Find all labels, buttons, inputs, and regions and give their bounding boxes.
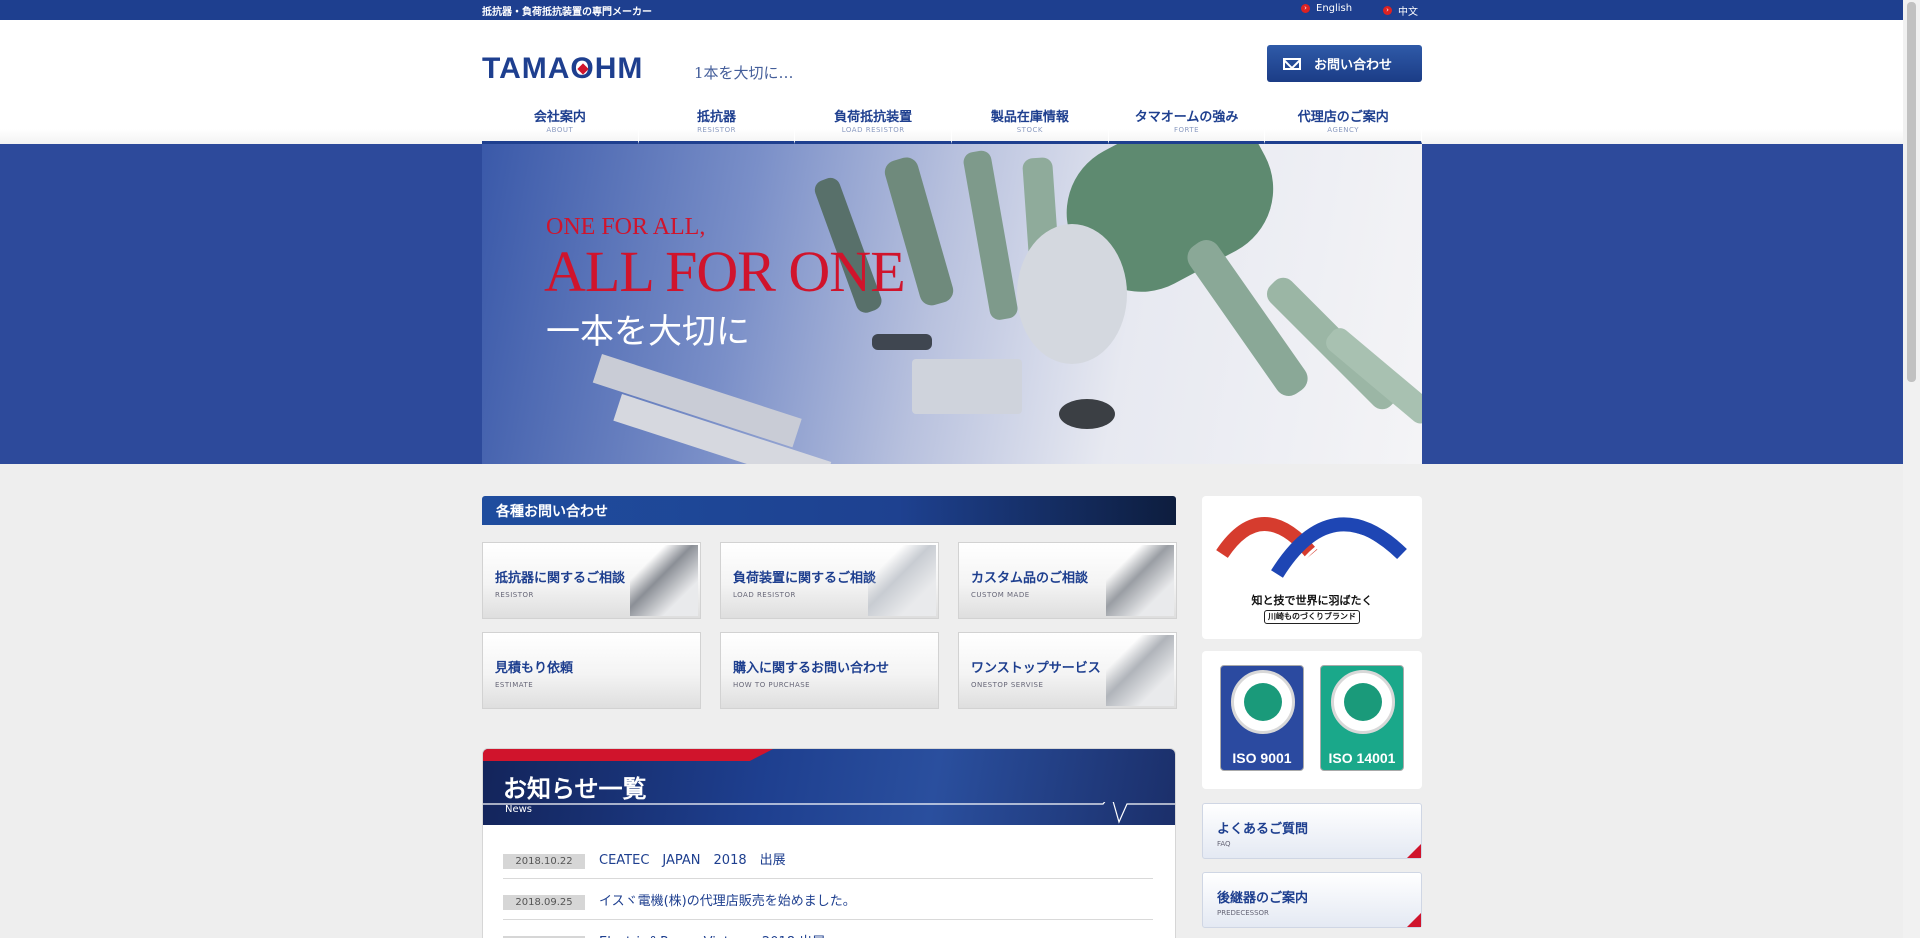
news-date-badge: 2018.10.22 [503,854,585,869]
brand-caption: 知と技で世界に羽ばたく [1251,594,1373,607]
nav-item-label: 会社案内 [533,110,586,125]
iso-certification-box: ISO 9001 ISO 14001 [1202,651,1422,789]
faq-link-sublabel: FAQ [1217,840,1231,848]
nav-item-label: 製品在庫情報 [990,110,1069,125]
nav-item-label: 抵抗器 [697,110,737,125]
hero-tagline-en-2: ALL FOR ONE [544,239,906,304]
wing-logo-icon [1216,517,1407,578]
header-slogan: 1本を大切に… [694,64,794,82]
scrollbar-thumb[interactable] [1907,2,1916,382]
news-header: お知らせ一覧 News [483,749,1175,825]
contact-button-label: お問い合わせ [1314,58,1393,73]
language-english-link[interactable]: › English [1301,3,1352,14]
language-chinese-link[interactable]: › 中文 [1383,3,1418,18]
iso-14001-label: ISO 14001 [1328,750,1396,766]
kawasaki-brand-banner[interactable]: 知と技で世界に羽ばたく 川崎ものづくりブランド [1202,496,1422,639]
inquiry-card-custom-made[interactable]: カスタム品のご相談 CUSTOM MADE [958,542,1177,619]
nav-item-sublabel: AGENCY [1327,126,1360,134]
nav-item-stock[interactable]: 製品在庫情報 STOCK [952,105,1109,144]
chevron-right-icon: › [1383,6,1392,15]
jqa-seal-icon [1331,670,1395,734]
contact-button[interactable]: お問い合わせ [1267,45,1422,82]
nav-item-sublabel: ABOUT [546,126,574,134]
news-item[interactable]: 2018.09.18Electric＆Power Vietnam 2018 出展 [503,921,1153,938]
mail-icon [1283,57,1301,70]
news-item[interactable]: 2018.09.25 イスヾ電機(株)の代理店販売を始めました。 [503,880,1153,920]
nav-item-label: タマオームの強み [1134,110,1239,125]
nav-item-sublabel: STOCK [1016,126,1043,134]
news-pulse-line [483,802,1175,824]
product-thumbnail-icon [868,545,936,616]
faq-link[interactable]: よくあるご質問 FAQ [1202,803,1422,859]
inquiry-card-onestop-servise[interactable]: ワンストップサービス ONESTOP SERVISE [958,632,1177,709]
nav-item-resistor[interactable]: 抵抗器 RESISTOR [638,105,796,144]
predecessor-link-sublabel: PREDECESSOR [1217,909,1269,917]
news-item-title: イスヾ電機(株)の代理店販売を始めました。 [599,894,856,909]
corner-arrow-icon [1407,913,1421,927]
inquiry-card-sublabel: ESTIMATE [495,681,534,689]
inquiry-card-sublabel: HOW TO PURCHASE [733,681,811,689]
nav-item-sublabel: FORTE [1173,126,1200,134]
news-red-band [483,749,773,761]
inquiry-card-estimate[interactable]: 見積もり依頼 ESTIMATE [482,632,701,709]
tamaohm-logo[interactable]: TAMAOHM [482,52,643,86]
news-item[interactable]: 2018.10.22 CEATEC JAPAN 2018 出展 [503,839,1153,879]
nav-item-agency[interactable]: 代理店のご案内 AGENCY [1265,105,1423,144]
corner-arrow-icon [1407,844,1421,858]
product-thumbnail-icon [1106,635,1174,706]
nav-item-sublabel: RESISTOR [697,126,736,134]
site-tagline: 抵抗器・負荷抵抗装置の専門メーカー [482,7,652,18]
nav-item-forte[interactable]: タマオームの強み FORTE [1108,105,1266,144]
page-scrollbar[interactable] [1903,0,1920,938]
hero-banner: ONE FOR ALL, ALL FOR ONE 一本を大切に [0,144,1903,464]
brand-badge: 川崎ものづくりブランド [1264,610,1360,624]
top-bar: 抵抗器・負荷抵抗装置の専門メーカー › English › 中文 [0,0,1903,20]
hero-resistor-photo: ONE FOR ALL, ALL FOR ONE 一本を大切に [482,144,1422,464]
inquiry-section-heading: 各種お問い合わせ [482,496,1176,525]
nav-item-label: 負荷抵抗装置 [834,110,913,125]
inquiry-card-load-resistor[interactable]: 負荷装置に関するご相談 LOAD RESISTOR [720,542,939,619]
site-header: TAMAOHM 1本を大切に… お問い合わせ 会社案内ABOUT抵抗器RESIS… [0,20,1903,144]
iso-9001-badge: ISO 9001 [1220,665,1304,771]
nav-item-sublabel: LOAD RESISTOR [841,126,905,134]
nav-item-label: 代理店のご案内 [1297,110,1389,125]
inquiry-card-label: 購入に関するお問い合わせ [733,661,890,676]
news-item-title: Electric＆Power Vietnam 2018 出展 [599,931,825,938]
language-english-label: English [1316,3,1353,14]
jqa-seal-icon [1231,670,1295,734]
nav-item-about[interactable]: 会社案内 ABOUT [482,105,639,144]
predecessor-link[interactable]: 後継器のご案内 PREDECESSOR [1202,872,1422,928]
hero-tagline-en-1: ONE FOR ALL, [546,214,706,240]
logo-text-b: HM [594,52,644,85]
iso-14001-badge: ISO 14001 [1320,665,1404,771]
news-date-badge: 2018.09.25 [503,895,585,910]
news-item-title: CEATEC JAPAN 2018 出展 [599,853,786,868]
language-chinese-label: 中文 [1398,7,1418,18]
news-title: お知らせ一覧 [503,775,647,803]
main-nav: 会社案内 ABOUT 抵抗器 RESISTOR 負荷抵抗装置 LOAD RESISTOR 製… [482,105,1423,144]
iso-9001-label: ISO 9001 [1232,750,1292,766]
hero-tagline-jp: 一本を大切に [546,312,750,352]
product-thumbnail-icon [630,545,698,616]
inquiry-card-how-to-purchase[interactable]: 購入に関するお問い合わせ HOW TO PURCHASE [720,632,939,709]
chevron-right-icon: › [1301,4,1310,13]
product-thumbnail-icon [1106,545,1174,616]
faq-link-label: よくあるご質問 [1217,822,1309,837]
nav-item-load-resistor[interactable]: 負荷抵抗装置 LOAD RESISTOR [795,105,953,144]
logo-o: O [570,52,594,86]
inquiry-card-resistor[interactable]: 抵抗器に関するご相談 RESISTOR [482,542,701,619]
logo-text-a: TAMA [482,52,571,85]
inquiry-card-label: 見積もり依頼 [495,661,574,676]
news-subtitle: News [505,804,533,815]
predecessor-link-label: 後継器のご案内 [1217,891,1309,906]
news-section: お知らせ一覧 News 2018.10.22 CEATEC JAPAN 2018 … [482,748,1176,938]
